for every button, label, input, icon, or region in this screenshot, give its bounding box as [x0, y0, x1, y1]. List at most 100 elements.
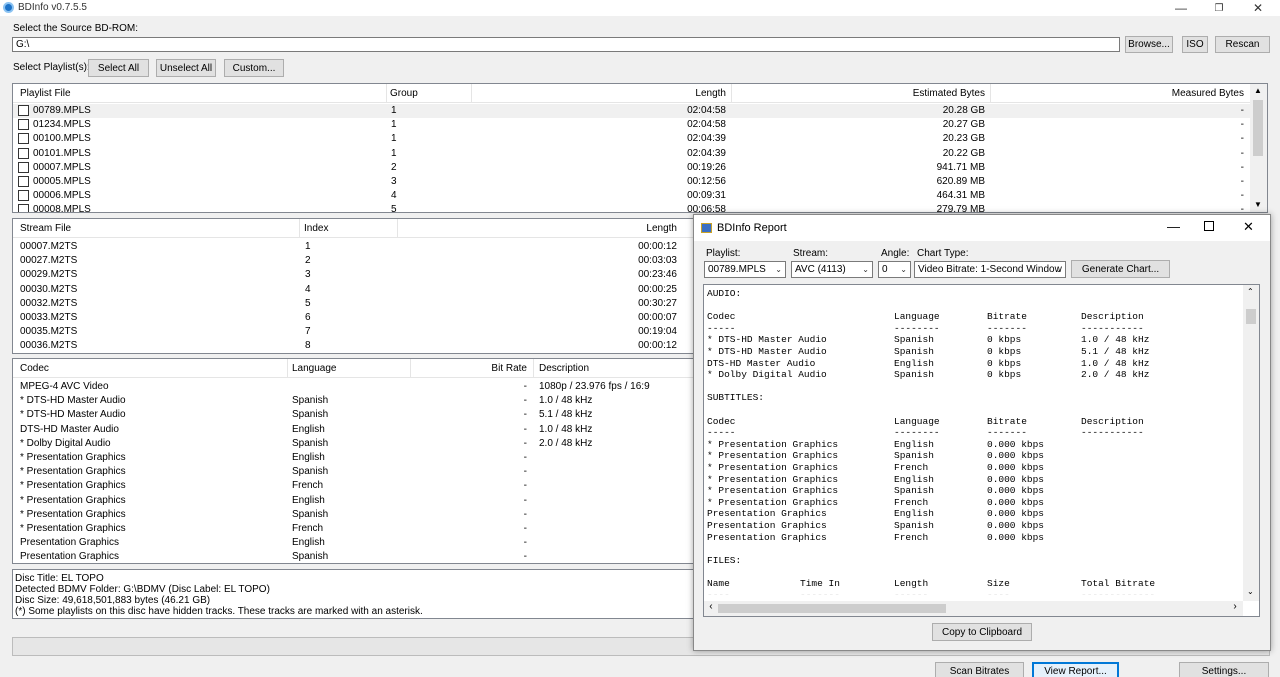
report-cell: 0.000 kbps	[987, 473, 1045, 485]
report-cell: * Presentation Graphics	[707, 473, 839, 485]
table-row[interactable]: 00005.MPLS 3 00:12:56 620.89 MB -	[13, 175, 1267, 189]
custom-button[interactable]: Custom...	[224, 59, 284, 77]
table-row[interactable]: 00100.MPLS 1 02:04:39 20.23 GB -	[13, 132, 1267, 146]
report-hscroll-thumb[interactable]	[718, 604, 946, 613]
report-line: * Dolby Digital Audio Spanish 0 kbps 2.0 / …	[704, 369, 1244, 381]
header-estimated-bytes[interactable]: Estimated Bytes	[913, 88, 985, 99]
stream-select[interactable]: AVC (4113) ⌄	[791, 261, 873, 278]
stream-index: 8	[305, 340, 311, 352]
report-text-area[interactable]: AUDIO: Codec Language Bitrate Description ---…	[703, 284, 1260, 617]
chart-type-select[interactable]: Video Bitrate: 1-Second Window ⌄	[914, 261, 1066, 278]
header-description[interactable]: Description	[539, 363, 589, 374]
table-row[interactable]: * Presentation Graphics English -	[13, 494, 693, 508]
report-vscrollbar[interactable]: ⌃ ⌄	[1243, 285, 1259, 601]
table-row[interactable]: 00789.MPLS 1 02:04:58 20.28 GB -	[13, 104, 1267, 118]
table-row[interactable]: 00027.M2TS 2 00:03:03	[13, 254, 693, 268]
table-row[interactable]: Presentation Graphics Spanish -	[13, 550, 693, 563]
table-row[interactable]: 00029.M2TS 3 00:23:46	[13, 268, 693, 282]
header-measured-bytes[interactable]: Measured Bytes	[1172, 88, 1244, 99]
table-row[interactable]: DTS-HD Master Audio English -1.0 / 48 kHz	[13, 423, 693, 437]
scroll-down-icon[interactable]: ⌄	[1247, 587, 1254, 597]
header-codec[interactable]: Codec	[20, 363, 49, 374]
table-row[interactable]: 00101.MPLS 1 02:04:39 20.22 GB -	[13, 147, 1267, 161]
report-line	[704, 381, 1244, 393]
chart-type-label: Chart Type:	[917, 248, 969, 259]
table-row[interactable]: 00007.MPLS 2 00:19:26 941.71 MB -	[13, 161, 1267, 175]
table-row[interactable]: 00007.M2TS 1 00:00:12	[13, 240, 693, 254]
report-cell: 5.1 / 48 kHz	[1081, 346, 1150, 357]
report-cell: French	[894, 531, 929, 543]
scroll-down-icon[interactable]: ▼	[1254, 200, 1262, 209]
header-language[interactable]: Language	[292, 363, 337, 374]
table-row[interactable]: * Presentation Graphics French -	[13, 479, 693, 493]
scroll-thumb[interactable]	[1253, 100, 1263, 156]
table-row[interactable]: 00036.M2TS 8 00:00:12	[13, 339, 693, 353]
table-row[interactable]: * DTS-HD Master Audio Spanish -1.0 / 48 kH…	[13, 394, 693, 408]
report-line: ----------------------------------	[704, 590, 1244, 595]
report-line	[704, 566, 1244, 578]
header-index[interactable]: Index	[304, 223, 328, 234]
report-minimize-icon[interactable]: —	[1167, 219, 1180, 234]
report-scroll-thumb[interactable]	[1246, 309, 1256, 324]
playlist-scrollbar[interactable]: ▲ ▼	[1250, 84, 1267, 212]
header-group[interactable]: Group	[390, 88, 418, 99]
copy-to-clipboard-button[interactable]: Copy to Clipboard	[932, 623, 1032, 641]
playlist-group: 1	[391, 133, 397, 145]
scroll-up-icon[interactable]: ⌃	[1247, 287, 1254, 297]
table-row[interactable]: * Presentation Graphics French -	[13, 522, 693, 536]
scroll-up-icon[interactable]: ▲	[1254, 86, 1262, 95]
playlist-checkbox[interactable]	[18, 161, 29, 173]
scroll-left-icon[interactable]: ‹	[708, 602, 714, 613]
view-report-button[interactable]: View Report...	[1032, 662, 1119, 677]
header-stream-file[interactable]: Stream File	[20, 223, 71, 234]
playlist-select[interactable]: 00789.MPLS ⌄	[704, 261, 786, 278]
stream-table[interactable]: Stream File Index Length 00007.M2TS 1 00:0…	[12, 218, 694, 354]
table-row[interactable]: 00006.MPLS 4 00:09:31 464.31 MB -	[13, 189, 1267, 203]
angle-select[interactable]: 0 ⌄	[878, 261, 911, 278]
table-row[interactable]: * Presentation Graphics Spanish -	[13, 508, 693, 522]
report-line: Codec Language Bitrate Description	[704, 311, 1244, 323]
playlist-checkbox[interactable]	[18, 119, 29, 131]
table-row[interactable]: 01234.MPLS 1 02:04:58 20.27 GB -	[13, 118, 1267, 132]
table-row[interactable]: 00030.M2TS 4 00:00:25	[13, 283, 693, 297]
playlist-checkbox[interactable]	[18, 133, 29, 145]
table-row[interactable]: * Dolby Digital Audio Spanish -2.0 / 48 kH…	[13, 437, 693, 451]
table-row[interactable]: * Presentation Graphics Spanish -	[13, 465, 693, 479]
header-playlist-file[interactable]: Playlist File	[20, 88, 71, 99]
table-row[interactable]: 00032.M2TS 5 00:30:27	[13, 297, 693, 311]
scan-bitrates-button[interactable]: Scan Bitrates	[935, 662, 1024, 677]
table-row[interactable]: * DTS-HD Master Audio Spanish -5.1 / 48 kH…	[13, 408, 693, 422]
iso-button[interactable]: ISO	[1182, 36, 1208, 53]
generate-chart-button[interactable]: Generate Chart...	[1071, 260, 1170, 278]
playlist-checkbox[interactable]	[18, 105, 29, 116]
header-length[interactable]: Length	[695, 88, 726, 99]
playlist-checkbox[interactable]	[18, 176, 29, 187]
playlist-checkbox[interactable]	[18, 147, 29, 159]
report-cell: --------	[894, 322, 940, 334]
close-icon[interactable]: ✕	[1235, 0, 1280, 16]
source-path-input[interactable]: G:\	[12, 37, 1120, 52]
table-row[interactable]: 00008.MPLS 5 00:06:58 279.79 MB -	[13, 203, 1267, 212]
report-hscrollbar[interactable]: ‹ ›	[704, 601, 1243, 616]
rescan-button[interactable]: Rescan	[1215, 36, 1270, 53]
codec-table[interactable]: Codec Language Bit Rate Description MPEG…	[12, 358, 694, 564]
header-stream-length[interactable]: Length	[646, 223, 677, 234]
select-all-button[interactable]: Select All	[88, 59, 149, 77]
settings-button[interactable]: Settings...	[1179, 662, 1269, 677]
report-cell: Presentation Graphics	[707, 531, 827, 543]
report-close-icon[interactable]: ✕	[1243, 219, 1254, 235]
table-row[interactable]: * Presentation Graphics English -	[13, 451, 693, 465]
table-row[interactable]: 00033.M2TS 6 00:00:07	[13, 311, 693, 325]
playlist-checkbox[interactable]	[18, 190, 29, 202]
table-row[interactable]: 00035.M2TS 7 00:19:04	[13, 325, 693, 339]
table-row[interactable]: Presentation Graphics English -	[13, 536, 693, 550]
scroll-right-icon[interactable]: ›	[1232, 602, 1238, 613]
browse-button[interactable]: Browse...	[1125, 36, 1173, 53]
header-bit-rate[interactable]: Bit Rate	[491, 363, 527, 374]
playlist-table[interactable]: Playlist File Group Length Estimated Byt…	[12, 83, 1268, 213]
codec-bit-rate: -	[523, 437, 527, 449]
table-row[interactable]: MPEG-4 AVC Video - 1080p / 23.976 fps / 16…	[13, 380, 693, 394]
unselect-all-button[interactable]: Unselect All	[156, 59, 216, 77]
playlist-checkbox[interactable]	[18, 204, 29, 212]
report-maximize-icon[interactable]	[1204, 221, 1214, 231]
